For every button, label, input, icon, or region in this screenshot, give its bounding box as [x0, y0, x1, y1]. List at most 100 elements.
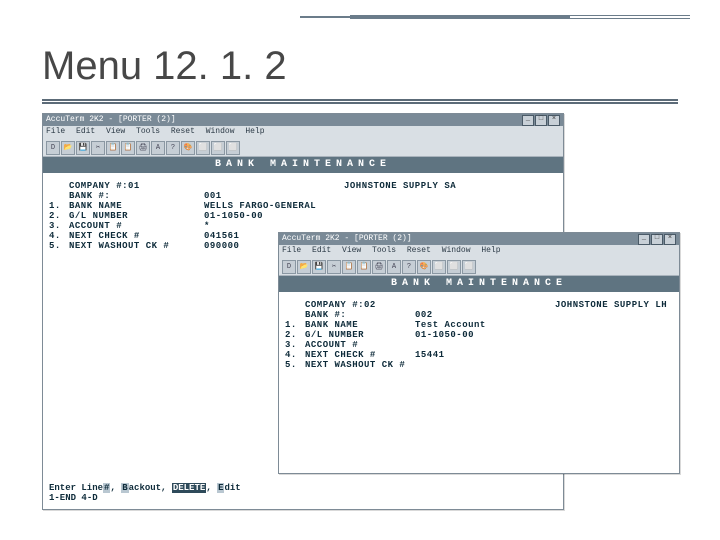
w2-f2-num: 2. [285, 330, 305, 340]
w2-f5-num: 5. [285, 360, 305, 370]
w2-f3-value[interactable] [415, 340, 555, 350]
toolbar-copy-icon-2[interactable]: 📋 [342, 260, 356, 274]
toolbar-cut-icon-2[interactable]: ✂ [327, 260, 341, 274]
company-name-2: JOHNSTONE SUPPLY LH [555, 300, 673, 310]
toolbar-misc3-icon-2[interactable]: ⬜ [462, 260, 476, 274]
f2-value[interactable]: 01-1050-00 [204, 211, 344, 221]
window2-toolbar: D 📂 💾 ✂ 📋 📋 🖨 A ? 🎨 ⬜ ⬜ ⬜ [279, 259, 679, 276]
toolbar-font-icon[interactable]: A [151, 141, 165, 155]
window1-menubar[interactable]: File Edit View Tools Reset Window Help [43, 126, 563, 140]
f2-num: 2. [49, 211, 69, 221]
w2-f4-value[interactable]: 15441 [415, 350, 555, 360]
menu-edit[interactable]: Edit [76, 127, 95, 136]
footer-delete-hotkey[interactable]: DELETE [172, 483, 206, 493]
menu-file-2[interactable]: File [282, 246, 301, 255]
maximize-button[interactable]: □ [535, 115, 547, 126]
toolbar-misc3-icon[interactable]: ⬜ [226, 141, 240, 155]
toolbar-misc1-icon[interactable]: ⬜ [196, 141, 210, 155]
bank-no-label: BANK #: [69, 191, 204, 201]
screen-title-2: BANK MAINTENANCE [279, 276, 679, 292]
f1-value[interactable]: WELLS FARGO-GENERAL [204, 201, 344, 211]
window2-body: COMPANY #:02 JOHNSTONE SUPPLY LH BANK #:… [279, 292, 679, 374]
bank-no-value: 001 [204, 191, 344, 201]
w2-f5-label: NEXT WASHOUT CK # [305, 360, 415, 370]
f4-label: NEXT CHECK # [69, 231, 204, 241]
f5-label: NEXT WASHOUT CK # [69, 241, 204, 251]
title-underline [42, 99, 678, 104]
w2-f2-label: G/L NUMBER [305, 330, 415, 340]
f1-label: BANK NAME [69, 201, 204, 211]
toolbar-open-icon[interactable]: 📂 [61, 141, 75, 155]
window1-title-text: AccuTerm 2K2 - [PORTER (2)] [46, 114, 176, 126]
toolbar-cut-icon[interactable]: ✂ [91, 141, 105, 155]
close-button[interactable]: × [548, 115, 560, 126]
toolbar-misc2-icon[interactable]: ⬜ [211, 141, 225, 155]
w2-f1-value[interactable]: Test Account [415, 320, 555, 330]
toolbar-print-icon[interactable]: 🖨 [136, 141, 150, 155]
maximize-button-2[interactable]: □ [651, 234, 663, 245]
window2-menubar[interactable]: File Edit View Tools Reset Window Help [279, 245, 679, 259]
toolbar-copy-icon[interactable]: 📋 [106, 141, 120, 155]
toolbar-help-icon[interactable]: ? [166, 141, 180, 155]
w2-f4-label: NEXT CHECK # [305, 350, 415, 360]
company-label-2: COMPANY #: [305, 300, 364, 310]
menu-edit-2[interactable]: Edit [312, 246, 331, 255]
w2-f1-label: BANK NAME [305, 320, 415, 330]
w2-f3-num: 3. [285, 340, 305, 350]
toolbar-color-icon-2[interactable]: 🎨 [417, 260, 431, 274]
minimize-button-2[interactable]: _ [638, 234, 650, 245]
window2-titlebar[interactable]: AccuTerm 2K2 - [PORTER (2)] _ □ × [279, 233, 679, 245]
toolbar-font-icon-2[interactable]: A [387, 260, 401, 274]
close-button-2[interactable]: × [664, 234, 676, 245]
w2-f4-num: 4. [285, 350, 305, 360]
w2-f3-label: ACCOUNT # [305, 340, 415, 350]
toolbar-save-icon[interactable]: 💾 [76, 141, 90, 155]
toolbar-help-icon-2[interactable]: ? [402, 260, 416, 274]
toolbar-color-icon[interactable]: 🎨 [181, 141, 195, 155]
footer-1-end: 1-END [49, 493, 76, 503]
w2-f2-value[interactable]: 01-1050-00 [415, 330, 555, 340]
f3-num: 3. [49, 221, 69, 231]
footer-backout-hotkey[interactable]: B [121, 483, 128, 493]
toolbar-paste-icon[interactable]: 📋 [121, 141, 135, 155]
toolbar-save-icon-2[interactable]: 💾 [312, 260, 326, 274]
bank-no-value-2: 002 [415, 310, 555, 320]
company-name: JOHNSTONE SUPPLY SA [344, 181, 557, 191]
w2-f5-value[interactable] [415, 360, 555, 370]
menu-reset[interactable]: Reset [171, 127, 195, 136]
footer-prefix: Enter Line [49, 483, 103, 493]
f3-label: ACCOUNT # [69, 221, 204, 231]
toolbar-misc1-icon-2[interactable]: ⬜ [432, 260, 446, 274]
toolbar-new-icon[interactable]: D [46, 141, 60, 155]
menu-view[interactable]: View [106, 127, 125, 136]
window2-title-text: AccuTerm 2K2 - [PORTER (2)] [282, 233, 412, 245]
menu-reset-2[interactable]: Reset [407, 246, 431, 255]
w2-f1-num: 1. [285, 320, 305, 330]
screen-title-1: BANK MAINTENANCE [43, 157, 563, 173]
f3-value[interactable]: * [204, 221, 344, 231]
menu-window-2[interactable]: Window [442, 246, 471, 255]
company-no: 01 [128, 181, 140, 191]
menu-window[interactable]: Window [206, 127, 235, 136]
menu-view-2[interactable]: View [342, 246, 361, 255]
toolbar-paste-icon-2[interactable]: 📋 [357, 260, 371, 274]
f4-num: 4. [49, 231, 69, 241]
window1-titlebar[interactable]: AccuTerm 2K2 - [PORTER (2)] _ □ × [43, 114, 563, 126]
toolbar-open-icon-2[interactable]: 📂 [297, 260, 311, 274]
menu-tools-2[interactable]: Tools [372, 246, 396, 255]
slide-title: Menu 12. 1. 2 [42, 44, 287, 89]
toolbar-new-icon-2[interactable]: D [282, 260, 296, 274]
f2-label: G/L NUMBER [69, 211, 204, 221]
menu-tools[interactable]: Tools [136, 127, 160, 136]
window1-toolbar: D 📂 💾 ✂ 📋 📋 🖨 A ? 🎨 ⬜ ⬜ ⬜ [43, 140, 563, 157]
toolbar-misc2-icon-2[interactable]: ⬜ [447, 260, 461, 274]
minimize-button[interactable]: _ [522, 115, 534, 126]
menu-help-2[interactable]: Help [481, 246, 500, 255]
slide-accent-line-2 [300, 8, 570, 18]
toolbar-print-icon-2[interactable]: 🖨 [372, 260, 386, 274]
company-label: COMPANY #: [69, 181, 128, 191]
f5-num: 5. [49, 241, 69, 251]
menu-file[interactable]: File [46, 127, 65, 136]
bank-no-label-2: BANK #: [305, 310, 415, 320]
menu-help[interactable]: Help [245, 127, 264, 136]
